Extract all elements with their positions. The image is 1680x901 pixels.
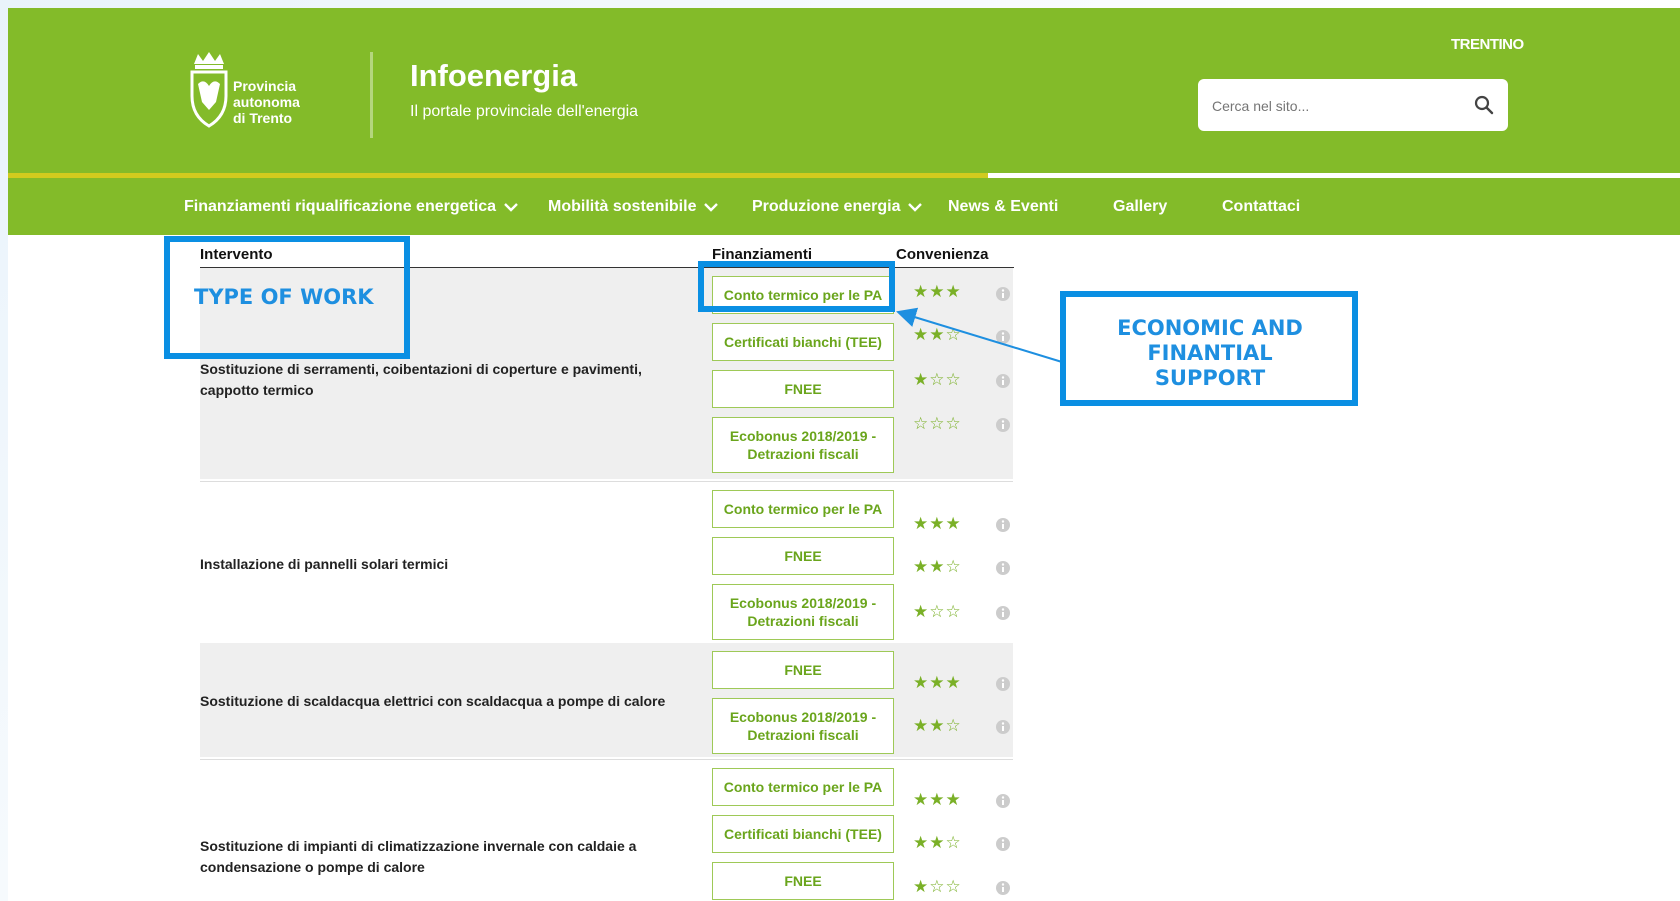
group-label: Installazione di pannelli solari termici [200, 556, 449, 572]
site-title[interactable]: Infoenergia [410, 58, 577, 94]
trentino-logo[interactable]: TRENTINO [1451, 36, 1524, 53]
rating-stars: ★☆☆ [913, 370, 962, 389]
financing-button[interactable]: FNEE [712, 537, 894, 575]
annotation-label-type-of-work: TYPE OF WORK [194, 285, 374, 309]
search-icon[interactable] [1474, 95, 1494, 115]
column-header-convenienza: Convenienza [896, 246, 989, 263]
nav-item-label: Produzione energia [752, 198, 901, 215]
nav-item-gallery[interactable]: Gallery [1113, 178, 1167, 235]
group-label: Sostituzione di impianti di climatizzazi… [200, 838, 637, 875]
brand-text: Provincia autonoma di Trento [233, 78, 300, 126]
nav-item-label: Mobilità sostenibile [548, 198, 697, 215]
financing-button[interactable]: FNEE [712, 370, 894, 408]
nav-item-contattaci[interactable]: Contattaci [1222, 178, 1300, 235]
rating-stars: ★★★ [913, 282, 962, 301]
chevron-down-icon [908, 202, 923, 212]
info-icon[interactable] [995, 793, 1011, 809]
financing-button[interactable]: Ecobonus 2018/2019 - Detrazioni fiscali [712, 417, 894, 473]
rating-stars: ★☆☆ [913, 877, 962, 896]
site-header: Provincia autonoma di Trento Infoenergia… [8, 8, 1680, 174]
info-icon[interactable] [995, 417, 1011, 433]
chevron-down-icon [704, 202, 719, 212]
financing-button[interactable]: Conto termico per le PA [712, 768, 894, 806]
info-icon[interactable] [995, 329, 1011, 345]
nav-item-label: Finanziamenti riqualificazione energetic… [184, 198, 497, 215]
brand-logo[interactable]: Provincia autonoma di Trento [188, 50, 308, 140]
info-icon[interactable] [995, 719, 1011, 735]
rating-stars: ★★★ [913, 673, 962, 692]
rating-stars: ★★☆ [913, 325, 962, 344]
site-subtitle: Il portale provinciale dell'energia [410, 103, 639, 120]
info-icon[interactable] [995, 880, 1011, 896]
financing-button[interactable]: Certificati bianchi (TEE) [712, 815, 894, 853]
group-label: Sostituzione di scaldacqua elettrici con… [200, 693, 666, 709]
nav-item-produzione[interactable]: Produzione energia [752, 178, 923, 235]
table-group: Installazione di pannelli solari termici… [200, 481, 1013, 643]
brand-line: autonoma [233, 94, 300, 110]
financing-button[interactable]: Ecobonus 2018/2019 - Detrazioni fiscali [712, 698, 894, 754]
main-nav: Finanziamenti riqualificazione energetic… [8, 178, 1680, 235]
rating-stars: ★★★ [913, 790, 962, 809]
nav-item-finanziamenti[interactable]: Finanziamenti riqualificazione energetic… [184, 178, 518, 235]
nav-item-mobilita[interactable]: Mobilità sostenibile [548, 178, 719, 235]
rating-stars: ☆☆☆ [913, 414, 962, 433]
financing-button[interactable]: FNEE [712, 651, 894, 689]
table-group: Sostituzione di impianti di climatizzazi… [200, 759, 1013, 901]
financing-button[interactable]: FNEE [712, 862, 894, 900]
info-icon[interactable] [995, 517, 1011, 533]
info-icon[interactable] [995, 373, 1011, 389]
brand-line: di Trento [233, 110, 293, 126]
info-icon[interactable] [995, 605, 1011, 621]
annotation-label-economic-support: ECONOMIC AND FINANTIAL SUPPORT [1117, 316, 1303, 390]
rating-stars: ★☆☆ [913, 602, 962, 621]
chevron-down-icon [504, 202, 518, 212]
rating-stars: ★★☆ [913, 716, 962, 735]
rating-stars: ★★☆ [913, 833, 962, 852]
nav-item-news[interactable]: News & Eventi [948, 178, 1058, 235]
header-divider [370, 52, 373, 138]
financing-button[interactable]: Ecobonus 2018/2019 - Detrazioni fiscali [712, 584, 894, 640]
brand-line: Provincia [233, 78, 297, 94]
page: Provincia autonoma di Trento Infoenergia… [8, 8, 1680, 901]
info-icon[interactable] [995, 560, 1011, 576]
info-icon[interactable] [995, 286, 1011, 302]
search-box [1198, 79, 1508, 133]
group-label: Sostituzione di serramenti, coibentazion… [200, 361, 642, 398]
search-input[interactable] [1210, 79, 1464, 133]
info-icon[interactable] [995, 836, 1011, 852]
financing-button[interactable]: Conto termico per le PA [712, 490, 894, 528]
eagle-crest-icon [190, 52, 228, 128]
info-icon[interactable] [995, 676, 1011, 692]
table-group: Sostituzione di scaldacqua elettrici con… [200, 643, 1013, 757]
financing-button[interactable]: Certificati bianchi (TEE) [712, 323, 894, 361]
rating-stars: ★★☆ [913, 557, 962, 576]
rating-stars: ★★★ [913, 514, 962, 533]
annotation-box-financing [698, 261, 895, 312]
